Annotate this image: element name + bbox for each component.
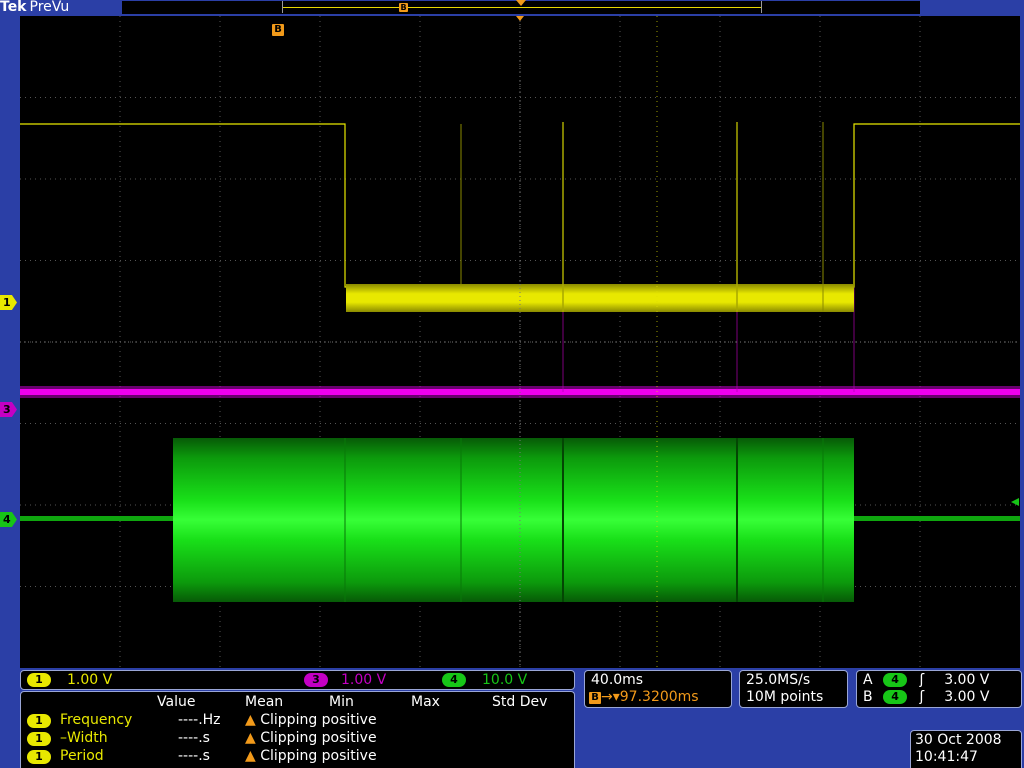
rising-edge-icon: ʃ bbox=[919, 689, 925, 705]
measurement-name: –Width bbox=[60, 730, 108, 746]
measurement-name: Frequency bbox=[60, 712, 133, 728]
measurement-channel-badge: 1 bbox=[27, 732, 51, 746]
trigger-readout[interactable]: A 4 ʃ 3.00 V B 4 ʃ 3.00 V bbox=[856, 670, 1022, 708]
measurement-value: ----.s bbox=[178, 730, 210, 746]
measurement-channel-badge: 1 bbox=[27, 750, 51, 764]
ch4-ground-marker[interactable]: 4 bbox=[0, 512, 17, 527]
ch4-badge: 4 bbox=[442, 673, 466, 687]
measurement-row-neg-width[interactable]: 1 –Width ----.s ▲ Clipping positive bbox=[21, 730, 574, 748]
acquisition-readout[interactable]: 25.0MS/s 10M points bbox=[739, 670, 848, 708]
measurement-channel-badge: 1 bbox=[27, 714, 51, 728]
sample-rate: 25.0MS/s bbox=[746, 672, 811, 688]
measurement-row-frequency[interactable]: 1 Frequency ----.Hz ▲ Clipping positive bbox=[21, 712, 574, 730]
delay-b-icon: B bbox=[589, 692, 601, 704]
ch3-badge: 3 bbox=[304, 673, 328, 687]
trigger-a: A 4 ʃ 3.00 V bbox=[863, 672, 990, 688]
date: 30 Oct 2008 bbox=[915, 732, 1002, 748]
delay-arrow-icon: →▾ bbox=[601, 689, 620, 705]
ch4-trace-left bbox=[20, 516, 173, 521]
ch4-readout[interactable]: 4 10.0 V bbox=[442, 672, 527, 688]
measurement-row-period[interactable]: 1 Period ----.s ▲ Clipping positive bbox=[21, 748, 574, 766]
ch4-burst bbox=[173, 438, 854, 602]
time: 10:41:47 bbox=[915, 749, 978, 765]
trigger-point-icon bbox=[516, 16, 524, 21]
record-window-line bbox=[283, 7, 761, 8]
col-std-dev: Std Dev bbox=[492, 694, 548, 710]
measurement-table[interactable]: Value Mean Min Max Std Dev 1 Frequency -… bbox=[20, 691, 575, 768]
ch1-readout[interactable]: 1 1.00 V bbox=[27, 672, 112, 688]
trigger-b: B 4 ʃ 3.00 V bbox=[863, 689, 990, 705]
brand-logo: Tek PreVu bbox=[0, 0, 70, 15]
ch1-ground-marker[interactable]: 1 bbox=[0, 295, 17, 310]
col-value: Value bbox=[157, 694, 196, 710]
acquisition-mode: PreVu bbox=[29, 0, 70, 15]
ch1-scale: 1.00 V bbox=[67, 672, 113, 688]
rising-edge-icon: ʃ bbox=[919, 672, 925, 688]
measurement-value: ----.Hz bbox=[178, 712, 221, 728]
timebase-readout[interactable]: 40.0ms B →▾97.3200ms bbox=[584, 670, 732, 708]
channel-readout-bar: 1 1.00 V 3 1.00 V 4 10.0 V bbox=[20, 670, 575, 690]
ch3-readout[interactable]: 3 1.00 V bbox=[304, 672, 386, 688]
horizontal-delay: B →▾97.3200ms bbox=[589, 689, 699, 705]
ch3-ground-marker[interactable]: 3 bbox=[0, 402, 17, 417]
record-overview-bar: Tek PreVu B bbox=[0, 0, 1024, 16]
waveform-display[interactable]: B bbox=[20, 16, 1020, 668]
ch3-scale: 1.00 V bbox=[341, 672, 387, 688]
ch1-badge: 1 bbox=[27, 673, 51, 687]
datetime-readout: 30 Oct 2008 10:41:47 bbox=[910, 730, 1022, 768]
col-max: Max bbox=[411, 694, 440, 710]
measurement-name: Period bbox=[60, 748, 104, 764]
measurement-status: ▲ Clipping positive bbox=[245, 712, 377, 728]
waveform-graticule bbox=[20, 16, 1020, 668]
measurement-status: ▲ Clipping positive bbox=[245, 748, 377, 764]
ch4-trace-right bbox=[854, 516, 1020, 521]
trigger-position-icon[interactable] bbox=[516, 0, 526, 6]
trigger-a-source: 4 bbox=[883, 673, 908, 687]
warning-icon: ▲ bbox=[245, 712, 256, 728]
measurement-value: ----.s bbox=[178, 748, 210, 764]
horizontal-scale: 40.0ms bbox=[591, 672, 644, 688]
warning-icon: ▲ bbox=[245, 730, 256, 746]
ch1-band bbox=[346, 284, 854, 312]
col-min: Min bbox=[329, 694, 354, 710]
b-trigger-marker[interactable]: B bbox=[272, 24, 284, 36]
trigger-b-source: 4 bbox=[883, 690, 908, 704]
record-length: 10M points bbox=[746, 689, 824, 705]
record-b-marker: B bbox=[399, 3, 408, 12]
col-mean: Mean bbox=[245, 694, 284, 710]
ch4-scale: 10.0 V bbox=[482, 672, 528, 688]
measurement-status: ▲ Clipping positive bbox=[245, 730, 377, 746]
warning-icon: ▲ bbox=[245, 748, 256, 764]
